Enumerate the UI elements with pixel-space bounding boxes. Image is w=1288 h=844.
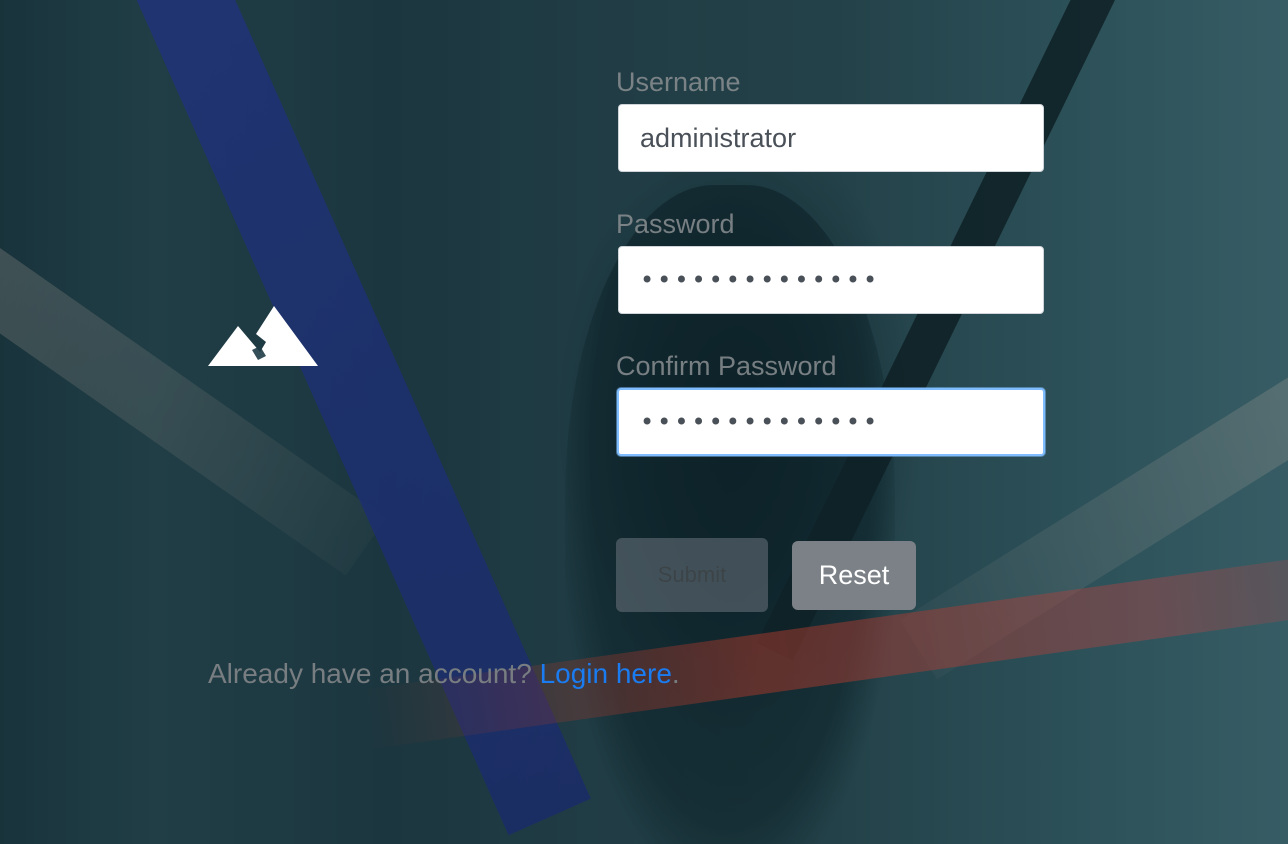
username-input[interactable] xyxy=(618,104,1044,172)
login-prompt: Already have an account? Login here. xyxy=(208,656,680,692)
submit-button[interactable]: Submit xyxy=(616,538,768,612)
password-input[interactable] xyxy=(618,246,1044,314)
login-prompt-text: Already have an account? xyxy=(208,658,540,689)
signup-page: Username Password Confirm Password Submi… xyxy=(0,0,1288,844)
login-prompt-suffix: . xyxy=(671,658,680,689)
confirm-password-input[interactable] xyxy=(617,388,1045,456)
reset-button[interactable]: Reset xyxy=(792,541,916,610)
signup-form: Username Password Confirm Password xyxy=(616,64,1046,490)
confirm-password-label: Confirm Password xyxy=(616,351,837,381)
mountain-logo-icon xyxy=(208,306,318,366)
password-label: Password xyxy=(616,209,735,239)
username-label: Username xyxy=(616,67,741,97)
login-link[interactable]: Login here xyxy=(540,658,672,689)
